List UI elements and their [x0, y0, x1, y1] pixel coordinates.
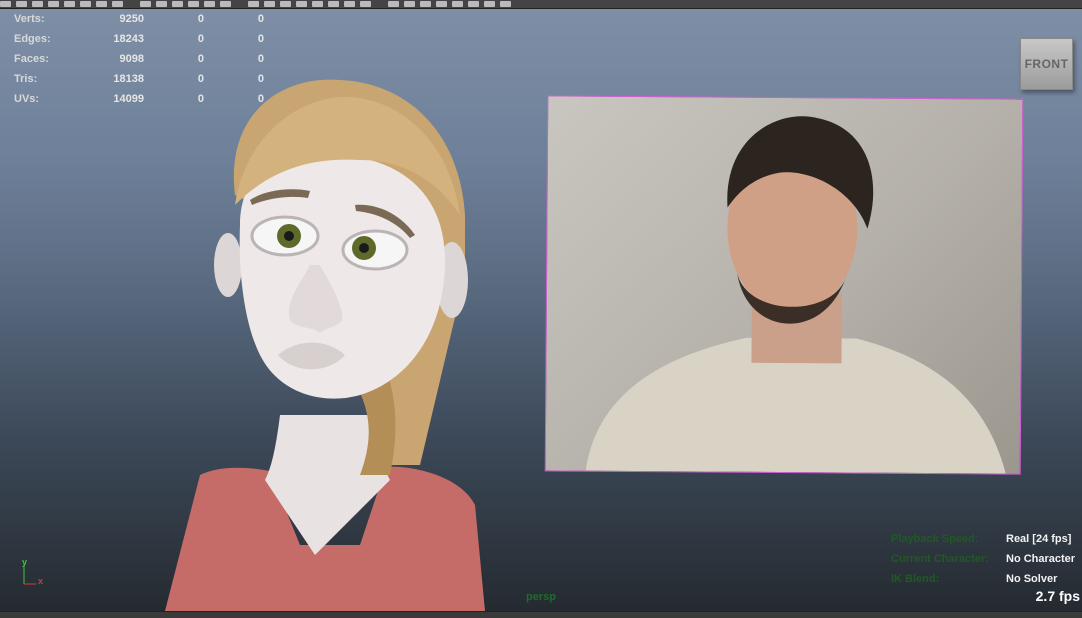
ik-blend-label: IK Blend: [891, 573, 940, 585]
tool-icon[interactable] [112, 1, 123, 7]
playback-speed-value: Real [24 fps] [1006, 533, 1072, 545]
hud-value: 18138 [113, 73, 144, 85]
hud-value: 9250 [119, 13, 144, 25]
reference-image-plane[interactable] [544, 95, 1024, 475]
tool-icon[interactable] [280, 1, 291, 7]
tool-icon[interactable] [188, 1, 199, 7]
tool-icon[interactable] [140, 1, 151, 7]
tool-icon[interactable] [404, 1, 415, 7]
tool-icon[interactable] [48, 1, 59, 7]
current-character-value: No Character [1006, 553, 1076, 565]
tool-icon[interactable] [468, 1, 479, 7]
tool-icon[interactable] [344, 1, 355, 7]
axis-y-label: y [22, 558, 27, 567]
hud-value: 0 [257, 53, 264, 65]
hud-label: Faces: [14, 53, 49, 65]
hud-value: 0 [257, 13, 264, 25]
hud-value: 0 [197, 13, 204, 25]
tool-icon[interactable] [172, 1, 183, 7]
hud-row-verts: Verts: 9250 0 0 [14, 9, 264, 29]
tool-icon[interactable] [296, 1, 307, 7]
viewcube-label: FRONT [1024, 57, 1069, 71]
hud-value: 18243 [113, 33, 144, 45]
tool-icon[interactable] [312, 1, 323, 7]
tool-icon[interactable] [32, 1, 43, 7]
axis-x-label: x [38, 576, 43, 586]
current-character-label: Current Character: [891, 553, 989, 565]
camera-name: persp [526, 591, 556, 603]
pupil-left-shape [284, 231, 294, 241]
tool-icon[interactable] [248, 1, 259, 7]
status-row-character: Current Character: No Character [891, 549, 1075, 569]
hud-value: 0 [197, 33, 204, 45]
hud-label: Edges: [14, 33, 51, 45]
hud-row-edges: Edges: 18243 0 0 [14, 29, 264, 49]
tool-icon[interactable] [420, 1, 431, 7]
status-hud: Playback Speed: Real [24 fps] Current Ch… [891, 529, 1075, 589]
tool-icon[interactable] [80, 1, 91, 7]
tool-icon[interactable] [220, 1, 231, 7]
hud-label: Tris: [14, 73, 38, 85]
tool-icon[interactable] [16, 1, 27, 7]
tool-icon[interactable] [96, 1, 107, 7]
tool-icon[interactable] [360, 1, 371, 7]
toolbar [0, 0, 1082, 9]
axis-gizmo-icon: y x [22, 558, 43, 586]
tool-icon[interactable] [64, 1, 75, 7]
hud-label: UVs: [14, 93, 40, 105]
status-row-playback: Playback Speed: Real [24 fps] [891, 529, 1075, 549]
tool-icon[interactable] [500, 1, 511, 7]
hud-value: 0 [197, 53, 204, 65]
tool-icon[interactable] [156, 1, 167, 7]
hud-value: 14099 [113, 93, 144, 105]
tool-icon[interactable] [484, 1, 495, 7]
tool-icon[interactable] [204, 1, 215, 7]
tool-icon[interactable] [0, 1, 11, 7]
tool-icon[interactable] [452, 1, 463, 7]
character-model[interactable] [160, 75, 490, 611]
hud-value: 9098 [119, 53, 144, 65]
viewcube[interactable]: FRONT [1020, 38, 1073, 90]
status-row-ik: IK Blend: No Solver [891, 569, 1075, 589]
reference-photo-icon [585, 116, 1006, 474]
playback-speed-label: Playback Speed: [891, 533, 979, 545]
tool-icon[interactable] [436, 1, 447, 7]
tool-icon[interactable] [264, 1, 275, 7]
hud-row-faces: Faces: 9098 0 0 [14, 49, 264, 69]
fps-readout: 2.7 fps [1035, 588, 1080, 604]
ear-left-shape [214, 233, 242, 297]
ik-blend-value: No Solver [1006, 573, 1058, 585]
hud-label: Verts: [14, 13, 45, 25]
tool-icon[interactable] [328, 1, 339, 7]
hud-value: 0 [257, 33, 264, 45]
tool-icon[interactable] [388, 1, 399, 7]
pupil-right-shape [359, 243, 369, 253]
